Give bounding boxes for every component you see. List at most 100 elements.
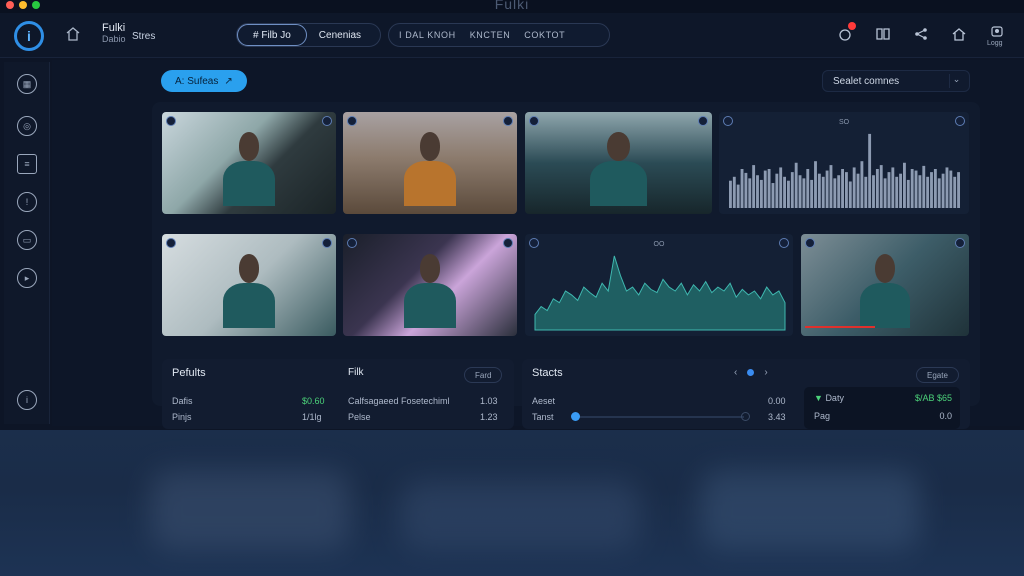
- tile-menu-icon[interactable]: [503, 116, 513, 126]
- bar: [926, 176, 930, 208]
- camera-tile[interactable]: FispFispFiweFisp: [343, 234, 517, 350]
- bar: [802, 178, 806, 208]
- add-source-button[interactable]: A: Sufeas ↗: [161, 70, 247, 92]
- chart-tile[interactable]: OO4FidFits0: [525, 234, 793, 350]
- chevron-left-icon[interactable]: ‹: [734, 367, 737, 378]
- card-label: ▼ Daty: [814, 393, 844, 403]
- user-label: Logg: [987, 40, 1003, 47]
- fingerprint-icon[interactable]: ◎: [17, 116, 37, 136]
- bar: [848, 181, 852, 208]
- bar: [906, 179, 910, 208]
- up-arrow-icon: ▼: [814, 393, 823, 403]
- page-dot[interactable]: [747, 369, 755, 376]
- red-arrow-indicator: [805, 326, 875, 328]
- grid-icon[interactable]: ▦: [17, 74, 37, 94]
- share-icon[interactable]: [912, 25, 930, 43]
- video-feed[interactable]: [162, 112, 336, 214]
- tile-menu-icon[interactable]: [955, 238, 965, 248]
- bar: [941, 173, 945, 208]
- slider-handle[interactable]: [571, 412, 581, 421]
- tile-status-icon: [723, 116, 733, 126]
- sidebar: ▦ ◎ ≡ ! ▭ ▸ i: [4, 62, 50, 424]
- pager: ‹ ›: [734, 367, 768, 378]
- breadcrumb-item[interactable]: I DAL KNOH: [399, 30, 456, 40]
- bar: [825, 170, 829, 208]
- tile-menu-icon[interactable]: [698, 116, 708, 126]
- bar: [763, 170, 767, 208]
- top-bar: i Fulki Dabio Stres # Filb Jo Cenenias I…: [0, 13, 1024, 58]
- row-desc: Calfsagaeed Fosetechiml: [348, 396, 450, 406]
- tile-menu-icon[interactable]: [322, 238, 332, 248]
- bar: [883, 178, 887, 208]
- bar: [914, 170, 918, 208]
- row-label: Pinjs: [172, 412, 192, 422]
- info-icon[interactable]: i: [17, 390, 37, 410]
- bar: [767, 169, 771, 208]
- breadcrumb-item[interactable]: COKTOT: [524, 30, 565, 40]
- book-icon[interactable]: [874, 25, 892, 43]
- chart-title: SO: [839, 119, 850, 126]
- bar: [794, 162, 798, 208]
- breadcrumb: I DAL KNOH KNCTEN COKTOT: [388, 23, 610, 47]
- bar: [933, 169, 937, 208]
- chart-title: OO: [654, 241, 665, 248]
- panel-action-button[interactable]: Fard: [464, 367, 503, 383]
- chevron-down-icon: ⌄: [949, 74, 963, 88]
- bar: [810, 179, 814, 208]
- bar: [852, 167, 856, 208]
- tile-menu-icon[interactable]: [503, 238, 513, 248]
- camera-select[interactable]: Sealet comnes ⌄: [822, 70, 970, 92]
- chat-icon[interactable]: ▭: [17, 230, 37, 250]
- chart-tile[interactable]: SOFapFapFaeFap: [719, 112, 969, 228]
- tile-menu-icon[interactable]: [322, 116, 332, 126]
- row-label: Tanst: [532, 412, 554, 422]
- video-feed[interactable]: [343, 234, 517, 336]
- view-toggle-active[interactable]: # Filb Jo: [237, 24, 307, 46]
- chart-view[interactable]: OO: [525, 234, 793, 336]
- tile-status-icon: [347, 238, 357, 248]
- chart-view[interactable]: SO: [719, 112, 969, 214]
- tile-menu-icon[interactable]: [955, 116, 965, 126]
- brand-tagline: Dabio: [102, 34, 126, 44]
- notifications-icon[interactable]: [836, 22, 856, 43]
- tile-menu-icon[interactable]: [779, 238, 789, 248]
- bar: [868, 133, 872, 208]
- top-icons: Logg: [836, 22, 1006, 47]
- alert-icon[interactable]: !: [17, 192, 37, 212]
- bar: [860, 161, 864, 208]
- camera-tile[interactable]: FispFidpFireFeal: [162, 234, 336, 350]
- panel-action-button[interactable]: Egate: [916, 367, 959, 383]
- home-icon[interactable]: [64, 25, 82, 43]
- bar: [918, 175, 922, 208]
- camera-tile[interactable]: FistAsloFiasFisd: [801, 234, 969, 350]
- video-feed[interactable]: [525, 112, 712, 214]
- breadcrumb-item[interactable]: KNCTEN: [470, 30, 511, 40]
- person-figure: [590, 132, 647, 214]
- bar: [814, 161, 817, 208]
- chevron-right-icon[interactable]: ›: [764, 367, 767, 378]
- camera-tile[interactable]: FispFifloFirePare: [162, 112, 336, 228]
- bar: [864, 176, 868, 208]
- card-label-text: Daty: [825, 393, 844, 403]
- bar: [817, 173, 821, 208]
- user-menu[interactable]: Logg: [987, 25, 1006, 47]
- bar: [845, 172, 848, 208]
- bar: [922, 165, 926, 208]
- camera-tile[interactable]: FapFlupFareFuro: [525, 112, 712, 228]
- view-toggle-inactive[interactable]: Cenenias: [307, 30, 373, 41]
- document-icon[interactable]: ≡: [17, 154, 37, 174]
- bar: [729, 180, 732, 208]
- slider-track[interactable]: [571, 412, 750, 421]
- video-feed[interactable]: [343, 112, 517, 214]
- tile-status-icon: [347, 116, 357, 126]
- camera-tile[interactable]: FispFispFireFisp: [343, 112, 517, 228]
- app-logo-icon[interactable]: i: [14, 21, 44, 51]
- video-feed[interactable]: [801, 234, 969, 336]
- video-feed[interactable]: [162, 234, 336, 336]
- bar: [856, 173, 860, 208]
- area-series: [534, 255, 786, 331]
- house-icon[interactable]: [950, 25, 968, 43]
- play-icon[interactable]: ▸: [17, 268, 37, 288]
- brand: Fulki Dabio: [102, 23, 126, 45]
- bar: [736, 184, 740, 208]
